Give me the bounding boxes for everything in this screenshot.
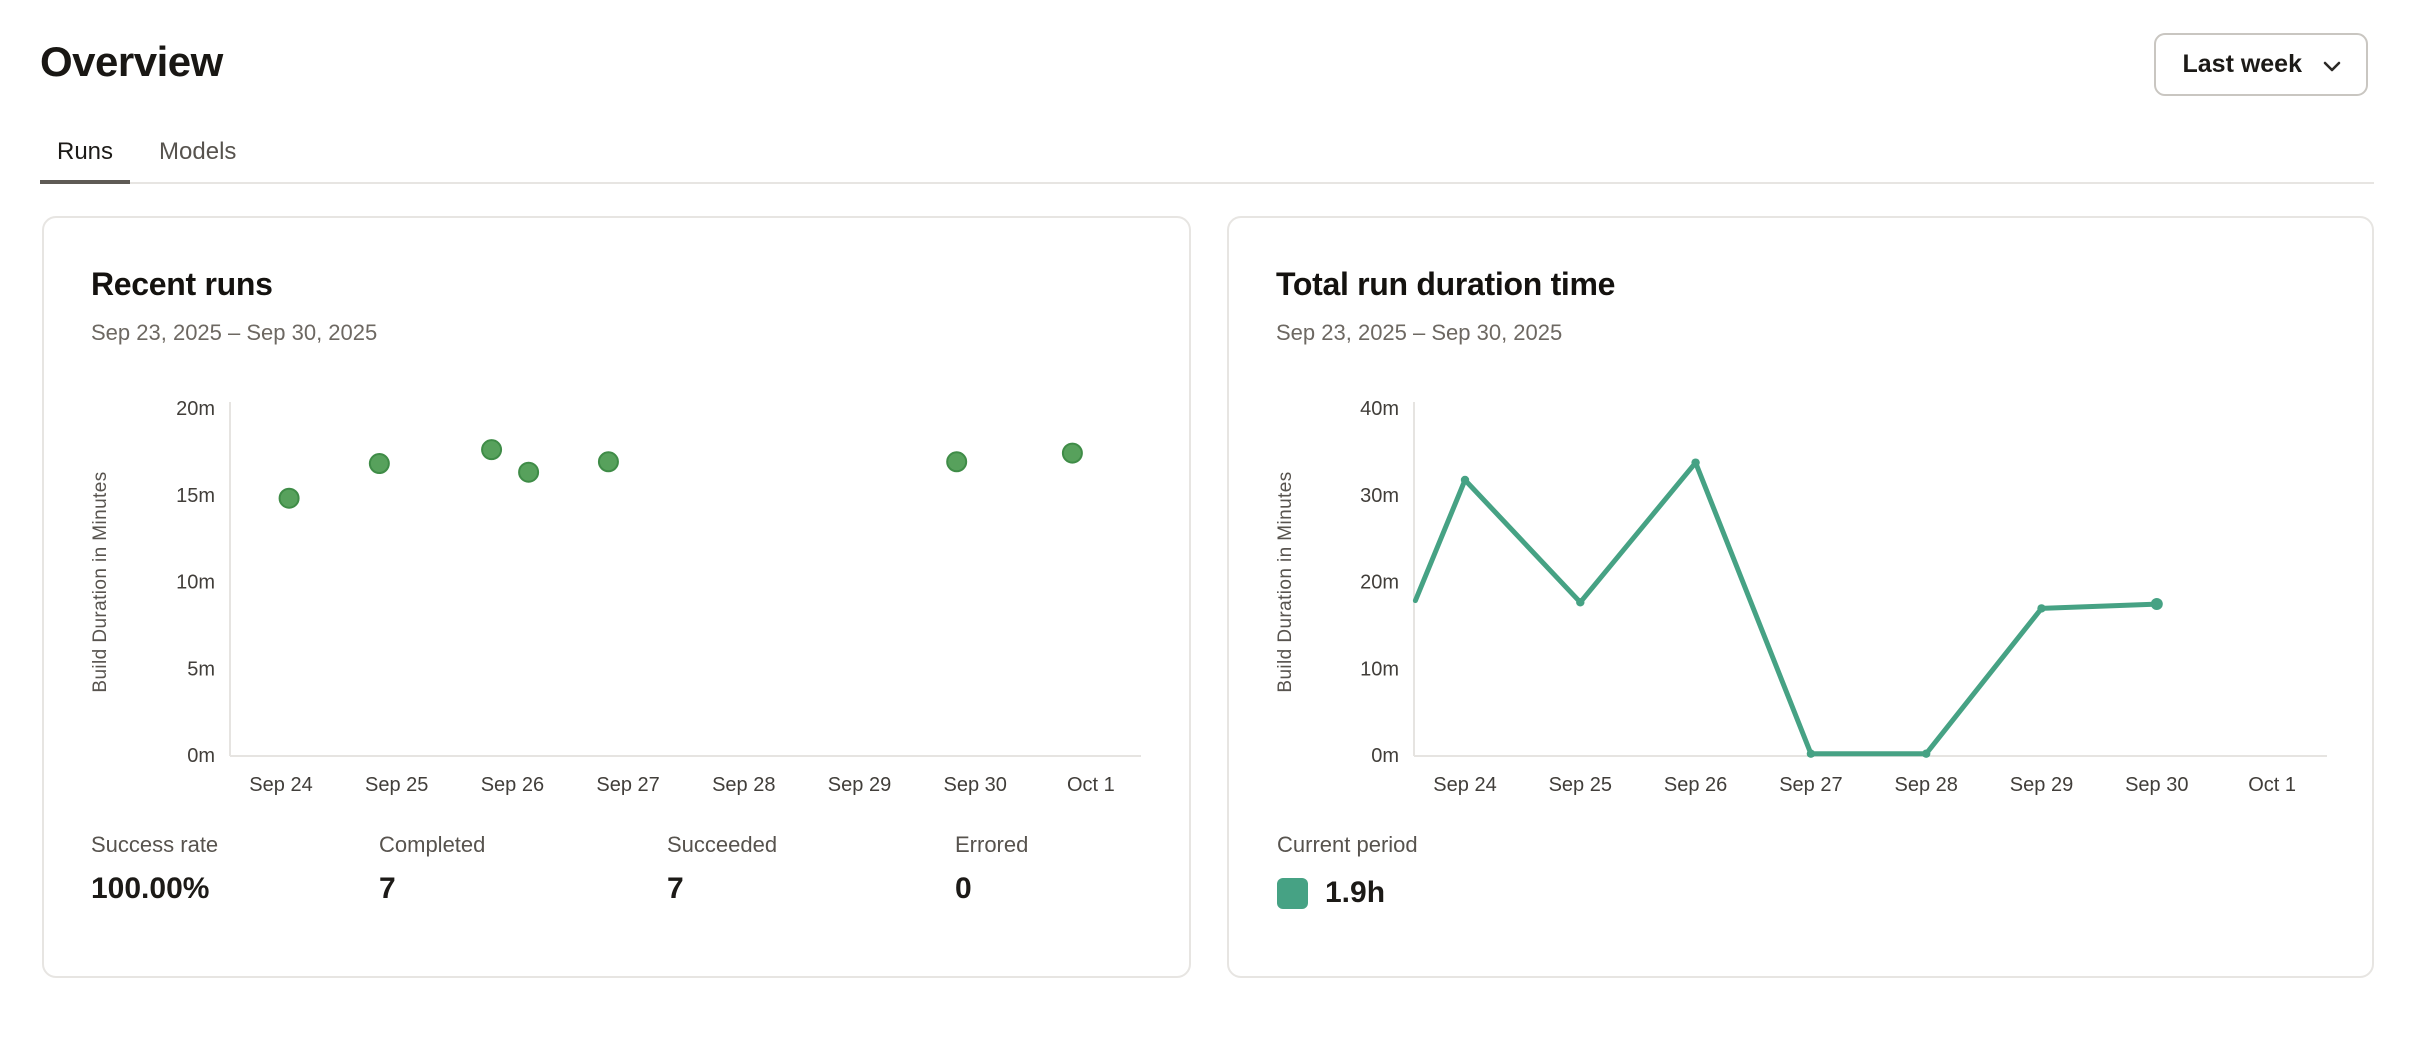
line-data-point[interactable] <box>1576 598 1584 606</box>
tab-runs[interactable]: Runs <box>40 140 130 184</box>
period-selector-value: Last week <box>2182 50 2302 79</box>
line-data-point[interactable] <box>2037 604 2045 612</box>
card-date-range: Sep 23, 2025 – Sep 30, 2025 <box>1276 320 1562 346</box>
x-tick-label: Sep 30 <box>944 774 1007 796</box>
y-tick-label: 10m <box>1360 658 1399 680</box>
card-date-range: Sep 23, 2025 – Sep 30, 2025 <box>91 320 377 346</box>
x-tick-label: Oct 1 <box>2248 774 2296 796</box>
run-scatter-point[interactable] <box>519 463 538 482</box>
x-tick-label: Sep 25 <box>1549 774 1612 796</box>
tab-models[interactable]: Models <box>142 140 253 184</box>
card-title: Total run duration time <box>1276 266 1615 303</box>
stat-value: 7 <box>667 872 955 906</box>
y-tick-label: 10m <box>176 572 215 594</box>
y-tick-label: 40m <box>1360 398 1399 420</box>
legend-value: 1.9h <box>1325 876 1385 910</box>
stat-label: Completed <box>379 832 667 858</box>
stat-success-rate: Success rate 100.00% <box>91 832 379 906</box>
x-tick-label: Sep 27 <box>1779 774 1842 796</box>
recent-runs-scatter-chart: 0m 5m 10m 15m 20m Sep 24 Sep 25 Sep 26 Sep 27 Sep… <box>44 382 1193 814</box>
x-tick-label: Sep 30 <box>2125 774 2188 796</box>
y-axis-title: Build Duration in Minutes <box>90 471 111 692</box>
x-tick-label: Sep 27 <box>596 774 659 796</box>
run-scatter-point[interactable] <box>482 440 501 459</box>
overview-page: Overview Last week Runs Models Recent ru… <box>0 0 2414 1044</box>
stat-value: 7 <box>379 872 667 906</box>
legend-swatch <box>1277 878 1308 909</box>
total-run-duration-card: Total run duration time Sep 23, 2025 – S… <box>1227 216 2374 978</box>
y-tick-label: 30m <box>1360 485 1399 507</box>
run-scatter-point[interactable] <box>1063 444 1082 463</box>
x-tick-label: Sep 26 <box>481 774 544 796</box>
card-title: Recent runs <box>91 266 273 303</box>
run-scatter-point[interactable] <box>280 489 299 508</box>
total-run-duration-line-chart: 0m 10m 20m 30m 40m Sep 24 Sep 25 Sep 26 Sep 27 Se… <box>1229 382 2376 814</box>
stat-errored: Errored 0 <box>955 832 1243 906</box>
x-tick-label: Sep 25 <box>365 774 428 796</box>
legend-label: Current period <box>1277 832 1418 858</box>
stat-completed: Completed 7 <box>379 832 667 906</box>
legend-row: 1.9h <box>1277 876 1418 910</box>
recent-runs-card: Recent runs Sep 23, 2025 – Sep 30, 2025 … <box>42 216 1191 978</box>
run-scatter-point[interactable] <box>370 454 389 473</box>
x-tick-label: Sep 29 <box>828 774 891 796</box>
stat-label: Errored <box>955 832 1243 858</box>
stat-succeeded: Succeeded 7 <box>667 832 955 906</box>
chart-legend: Current period 1.9h <box>1277 832 1418 910</box>
page-title: Overview <box>40 40 223 84</box>
x-tick-label: Sep 24 <box>249 774 312 796</box>
run-scatter-point[interactable] <box>947 452 966 471</box>
stat-label: Succeeded <box>667 832 955 858</box>
y-axis-title: Build Duration in Minutes <box>1275 471 1296 692</box>
x-tick-label: Sep 26 <box>1664 774 1727 796</box>
period-selector[interactable]: Last week <box>2154 33 2368 96</box>
line-data-point[interactable] <box>2151 598 2163 610</box>
y-tick-label: 5m <box>187 658 215 680</box>
run-scatter-point[interactable] <box>599 452 618 471</box>
chevron-down-icon <box>2320 54 2344 78</box>
line-data-point[interactable] <box>1461 476 1469 484</box>
x-tick-label: Sep 28 <box>1895 774 1958 796</box>
y-tick-label: 20m <box>1360 572 1399 594</box>
y-tick-label: 0m <box>187 745 215 767</box>
x-tick-label: Sep 24 <box>1433 774 1496 796</box>
stat-value: 0 <box>955 872 1243 906</box>
line-data-point[interactable] <box>1922 749 1930 757</box>
line-data-point[interactable] <box>1807 749 1815 757</box>
x-tick-label: Oct 1 <box>1067 774 1115 796</box>
y-tick-label: 20m <box>176 398 215 420</box>
y-tick-label: 15m <box>176 485 215 507</box>
line-data-point[interactable] <box>1691 458 1699 466</box>
x-tick-label: Sep 28 <box>712 774 775 796</box>
stats-row: Success rate 100.00% Completed 7 Succeed… <box>91 832 1243 906</box>
x-tick-label: Sep 29 <box>2010 774 2073 796</box>
stat-value: 100.00% <box>91 872 379 906</box>
stat-label: Success rate <box>91 832 379 858</box>
y-tick-label: 0m <box>1371 745 1399 767</box>
tab-bar: Runs Models <box>40 132 2374 184</box>
